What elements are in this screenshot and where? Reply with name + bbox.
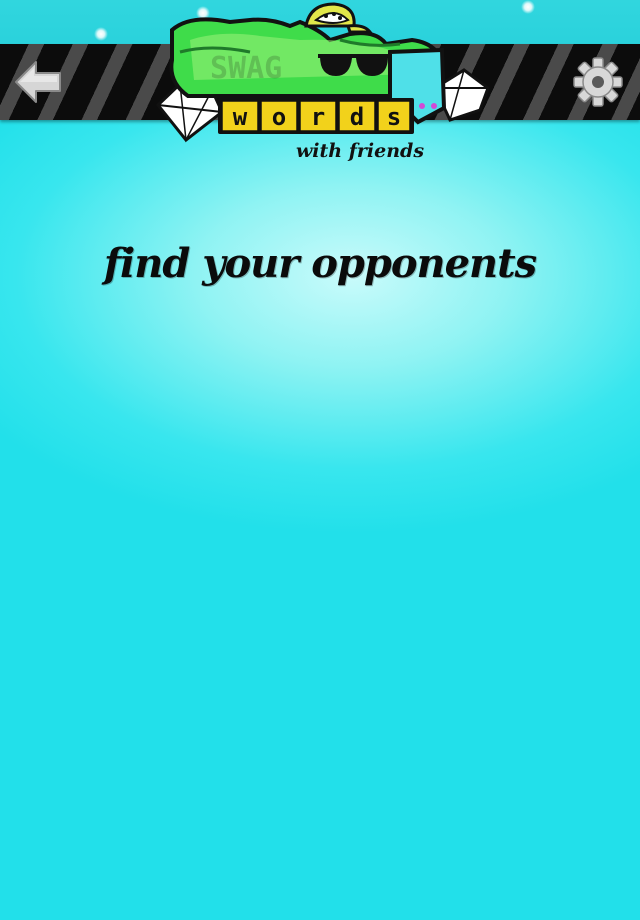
settings-button[interactable] xyxy=(572,56,624,108)
sparkle-decoration xyxy=(94,27,108,41)
back-button[interactable] xyxy=(12,56,64,108)
app-screen: SWAG w o r d s with friends find your op… xyxy=(0,0,640,920)
tile-letter: d xyxy=(350,103,364,131)
tile-letter: r xyxy=(311,103,325,131)
left-arrow-icon xyxy=(15,61,61,103)
tile-letter: w xyxy=(233,103,248,131)
app-logo: SWAG w o r d s with friends xyxy=(150,0,495,165)
sparkle-decoration xyxy=(521,0,535,14)
svg-text:SWAG: SWAG xyxy=(210,51,282,86)
tile-letter: o xyxy=(272,103,286,131)
gear-icon xyxy=(573,57,623,107)
tile-letter: s xyxy=(387,103,401,131)
logo-tagline: with friends xyxy=(296,140,424,162)
page-title: find your opponents xyxy=(103,240,537,287)
word-tiles: w o r d s xyxy=(218,98,414,134)
